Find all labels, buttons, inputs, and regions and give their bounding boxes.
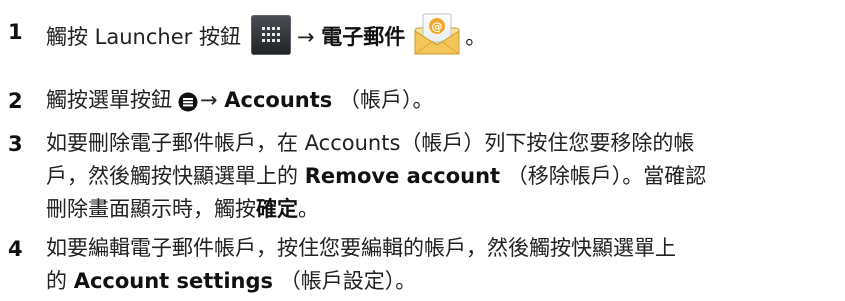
instruction-steps: 1 觸按 Launcher 按鈕 → 電子郵件 @ 。 2 觸按選單按鈕 → A… bbox=[0, 0, 845, 301]
remove-account-label: Remove account bbox=[304, 164, 501, 188]
step-text: 戶，然後觸按快顯選單上的 bbox=[46, 164, 305, 188]
svg-text:@: @ bbox=[432, 20, 443, 33]
step-text: （移除帳戶）。當確認 bbox=[500, 164, 707, 188]
arrow-text: → bbox=[200, 88, 225, 112]
step-text: 觸按選單按鈕 bbox=[46, 88, 172, 112]
arrow-text: → bbox=[296, 25, 322, 49]
step-text-end: 。 bbox=[465, 25, 487, 49]
step-4-line-1: 如要編輯電子郵件帳戶，按住您要編輯的帳戶，然後觸按快顯選單上 bbox=[46, 232, 676, 264]
step-text-end: 。 bbox=[298, 197, 319, 221]
step-3-line-2: 戶，然後觸按快顯選單上的 Remove account （移除帳戶）。當確認 bbox=[46, 160, 706, 192]
step-text: 如要刪除電子郵件帳戶，在 Accounts（帳戶）列下按住您要移除的帳 bbox=[46, 131, 695, 155]
step-text-end: （帳戶設定）。 bbox=[273, 269, 417, 293]
step-1-line: 觸按 Launcher 按鈕 → 電子郵件 @ 。 bbox=[46, 13, 487, 55]
step-number: 3 bbox=[8, 132, 23, 156]
step-3-line-3: 刪除畫面顯示時，觸按確定。 bbox=[46, 193, 319, 225]
step-number: 1 bbox=[8, 20, 23, 44]
step-3: 3 如要刪除電子郵件帳戶，在 Accounts（帳戶）列下按住您要移除的帳 戶，… bbox=[0, 127, 845, 223]
step-number: 4 bbox=[8, 237, 23, 261]
step-2-line: 觸按選單按鈕 → Accounts （帳戶）。 bbox=[46, 84, 433, 116]
confirm-label: 確定 bbox=[256, 197, 298, 221]
step-3-line-1: 如要刪除電子郵件帳戶，在 Accounts（帳戶）列下按住您要移除的帳 bbox=[46, 127, 694, 159]
step-text-end: （帳戶）。 bbox=[332, 88, 434, 112]
step-2: 2 觸按選單按鈕 → Accounts （帳戶）。 bbox=[0, 84, 845, 120]
email-label: 電子郵件 bbox=[321, 25, 406, 49]
launcher-icon bbox=[250, 15, 291, 55]
step-4-line-2: 的 Account settings （帳戶設定）。 bbox=[46, 265, 416, 297]
menu-button-icon bbox=[178, 89, 198, 112]
step-text: 的 bbox=[46, 269, 74, 293]
step-1: 1 觸按 Launcher 按鈕 → 電子郵件 @ 。 bbox=[0, 8, 845, 55]
accounts-label: Accounts bbox=[224, 88, 333, 112]
step-number: 2 bbox=[8, 89, 23, 113]
email-icon: @ bbox=[411, 12, 463, 56]
step-text: 如要編輯電子郵件帳戶，按住您要編輯的帳戶，然後觸按快顯選單上 bbox=[46, 236, 676, 260]
step-text: 觸按 Launcher 按鈕 bbox=[46, 25, 241, 49]
account-settings-label: Account settings bbox=[73, 269, 274, 293]
step-4: 4 如要編輯電子郵件帳戶，按住您要編輯的帳戶，然後觸按快顯選單上 的 Accou… bbox=[0, 232, 845, 298]
step-text: 刪除畫面顯示時，觸按 bbox=[46, 197, 256, 221]
